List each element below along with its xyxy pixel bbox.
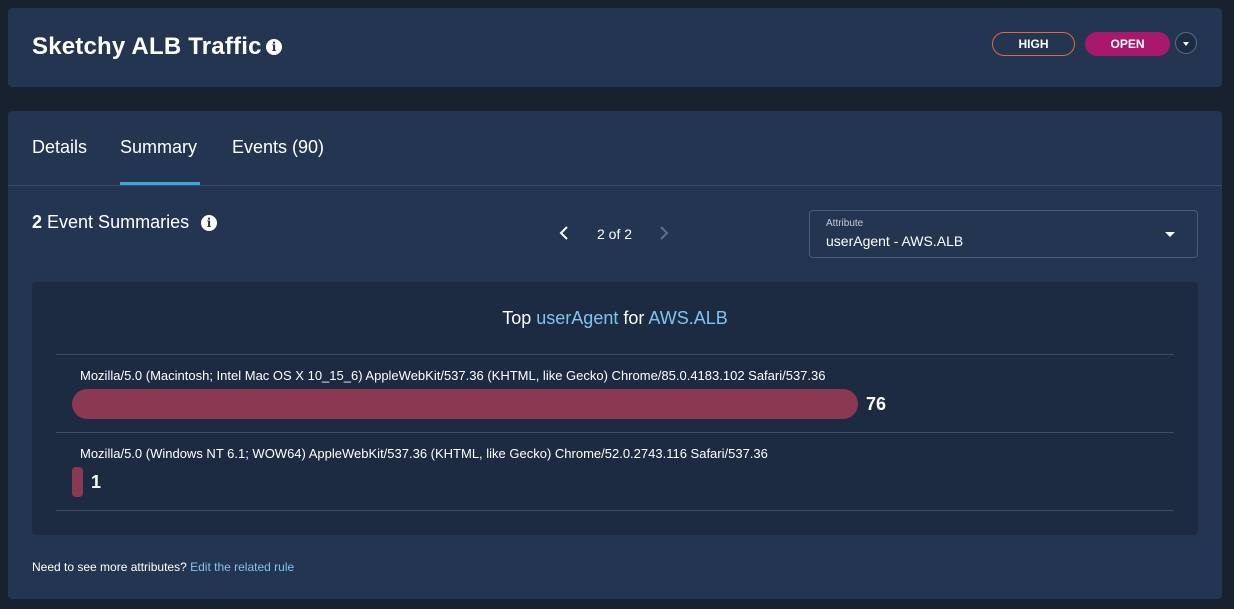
caret-down-icon (1165, 232, 1175, 237)
attribute-select[interactable]: Attribute userAgent - AWS.ALB (809, 210, 1198, 258)
bar (72, 389, 858, 419)
footer-note-text: Need to see more attributes? (32, 560, 187, 574)
summary-count: 2 (32, 212, 43, 232)
chart-title-source: AWS.ALB (648, 308, 728, 328)
edit-rule-link[interactable]: Edit the related rule (190, 560, 294, 574)
summary-label: Event Summaries (47, 212, 190, 232)
row-divider (56, 354, 1174, 355)
tab-bar: Details Summary Events (90) (8, 111, 1222, 186)
alert-title: Sketchy ALB Traffic (32, 33, 262, 60)
bar-label: Mozilla/5.0 (Macintosh; Intel Mac OS X 1… (80, 368, 826, 383)
severity-badge: HIGH (992, 32, 1075, 56)
chevron-down-icon (1183, 42, 1189, 46)
pager-status: 2 of 2 (597, 226, 633, 242)
chevron-right-icon[interactable] (656, 225, 670, 241)
attribute-select-value: userAgent - AWS.ALB (826, 233, 964, 249)
active-tab-indicator (120, 182, 200, 185)
row-divider (56, 432, 1174, 433)
row-divider (56, 510, 1174, 511)
chart-title-connector: for (623, 308, 645, 328)
alert-header: Sketchy ALB Traffic i HIGH OPEN (8, 8, 1222, 87)
status-badge[interactable]: OPEN (1085, 32, 1170, 56)
attribute-select-label: Attribute (826, 218, 864, 229)
tab-summary[interactable]: Summary (120, 137, 197, 158)
info-icon[interactable]: i (266, 39, 282, 55)
status-dropdown-button[interactable] (1175, 32, 1197, 54)
chart-title-prefix: Top (502, 308, 532, 328)
tab-details[interactable]: Details (32, 137, 87, 158)
tab-events[interactable]: Events (90) (232, 137, 324, 158)
chart-title-attribute: userAgent (536, 308, 619, 328)
info-icon[interactable]: i (201, 215, 217, 231)
footer-note: Need to see more attributes? Edit the re… (32, 560, 294, 574)
bar-value-label: 76 (866, 394, 887, 414)
bar-value-label: 1 (91, 472, 102, 492)
summary-heading: 2 Event Summaries (32, 212, 189, 233)
alert-body: Details Summary Events (90) 2 Event Summ… (8, 111, 1222, 599)
bar-label: Mozilla/5.0 (Windows NT 6.1; WOW64) Appl… (80, 446, 768, 461)
chevron-left-icon[interactable] (558, 225, 572, 241)
top-values-chart: Top userAgent for AWS.ALB Mozilla/5.0 (M… (32, 282, 1198, 535)
chart-title: Top userAgent for AWS.ALB (32, 308, 1198, 329)
bar (72, 467, 83, 497)
